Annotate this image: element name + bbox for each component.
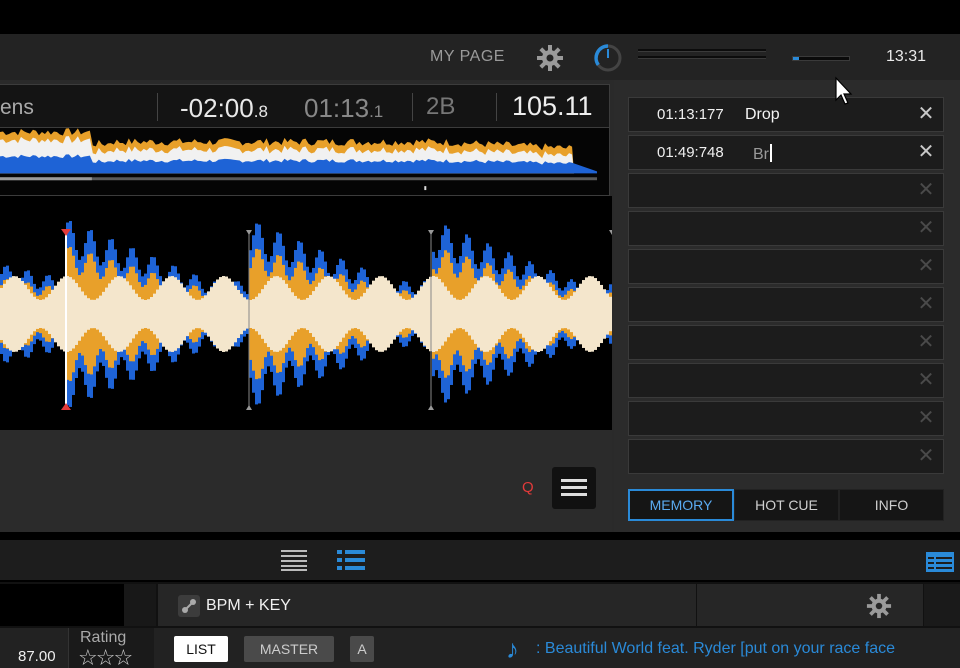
memory-cue-row[interactable]: ✕: [628, 287, 944, 322]
tab-info[interactable]: INFO: [839, 489, 944, 521]
cue-time: 01:49:748: [657, 144, 724, 161]
delete-cue-icon[interactable]: ✕: [917, 408, 935, 428]
delete-cue-icon[interactable]: ✕: [917, 446, 935, 466]
delete-cue-icon[interactable]: ✕: [917, 294, 935, 314]
memory-cue-row[interactable]: ✕: [628, 173, 944, 208]
mouse-cursor-icon: [835, 76, 853, 105]
cue-time: 01:13:177: [657, 106, 724, 123]
level-meter: [638, 49, 766, 66]
panel-tabs: MEMORY HOT CUE INFO: [628, 489, 944, 521]
delete-cue-icon[interactable]: ✕: [917, 256, 935, 276]
delete-cue-icon[interactable]: ✕: [917, 104, 935, 124]
memory-cue-row[interactable]: ✕: [628, 211, 944, 246]
bpm-key-icon[interactable]: [178, 595, 200, 617]
a-button[interactable]: A: [350, 636, 374, 662]
cue-name-input[interactable]: Br: [753, 144, 772, 164]
memory-cue-row[interactable]: ✕: [628, 439, 944, 474]
quantize-button[interactable]: Q: [522, 479, 534, 496]
overview-waveform[interactable]: [0, 128, 610, 196]
delete-cue-icon[interactable]: ✕: [917, 370, 935, 390]
gear-icon[interactable]: [536, 44, 564, 72]
bpm-key-label[interactable]: BPM + KEY: [206, 597, 291, 615]
slider-fill: [793, 57, 799, 60]
delete-cue-icon[interactable]: ✕: [917, 180, 935, 200]
top-strip: [0, 0, 960, 34]
zoomed-waveform[interactable]: [0, 196, 612, 430]
now-playing-title: : Beautiful World feat. Ryder [put on yo…: [536, 640, 895, 657]
cue-name: Drop: [745, 106, 780, 123]
remaining-time: -02:00.8: [180, 93, 268, 123]
browser-cell: [0, 584, 124, 626]
crossfader-slider[interactable]: [792, 56, 850, 61]
list-button[interactable]: LIST: [174, 636, 228, 662]
browser-cell: [924, 584, 960, 626]
delete-cue-icon[interactable]: ✕: [917, 218, 935, 238]
memory-cue-row[interactable]: ✕: [628, 249, 944, 284]
text-caret: [770, 144, 772, 162]
gear-icon[interactable]: [866, 593, 892, 619]
memory-cue-row[interactable]: ✕: [628, 325, 944, 360]
bpm-value: 87.00: [18, 648, 56, 665]
hamburger-icon[interactable]: [552, 467, 596, 509]
my-page-button[interactable]: MY PAGE: [430, 48, 505, 66]
memory-cue-row[interactable]: 01:13:177 Drop ✕: [628, 97, 944, 132]
browser-toolbar: [0, 540, 960, 580]
rating-stars[interactable]: ☆☆☆: [78, 645, 133, 668]
dial-icon[interactable]: [592, 42, 624, 74]
detail-list-icon[interactable]: [337, 549, 365, 571]
memory-cue-row[interactable]: 01:49:748 Br ✕: [628, 135, 944, 170]
delete-cue-icon[interactable]: ✕: [917, 142, 935, 162]
delete-cue-icon[interactable]: ✕: [917, 332, 935, 352]
deck-controls-area: [0, 430, 612, 532]
clock: 13:31: [886, 48, 927, 65]
master-button[interactable]: MASTER: [244, 636, 334, 662]
browser-cell: [124, 584, 156, 626]
track-key: 2B: [426, 93, 456, 120]
tab-hot-cue[interactable]: HOT CUE: [734, 489, 839, 521]
elapsed-time: 01:13.1: [304, 93, 384, 123]
memory-cue-row[interactable]: ✕: [628, 363, 944, 398]
track-title: ens: [0, 96, 34, 119]
list-view-icon[interactable]: [281, 549, 307, 571]
tab-memory[interactable]: MEMORY: [628, 489, 734, 521]
memory-cue-row[interactable]: ✕: [628, 401, 944, 436]
table-view-icon[interactable]: [926, 552, 954, 572]
track-bpm: 105.11: [512, 91, 593, 121]
music-note-icon: ♪: [506, 634, 519, 664]
